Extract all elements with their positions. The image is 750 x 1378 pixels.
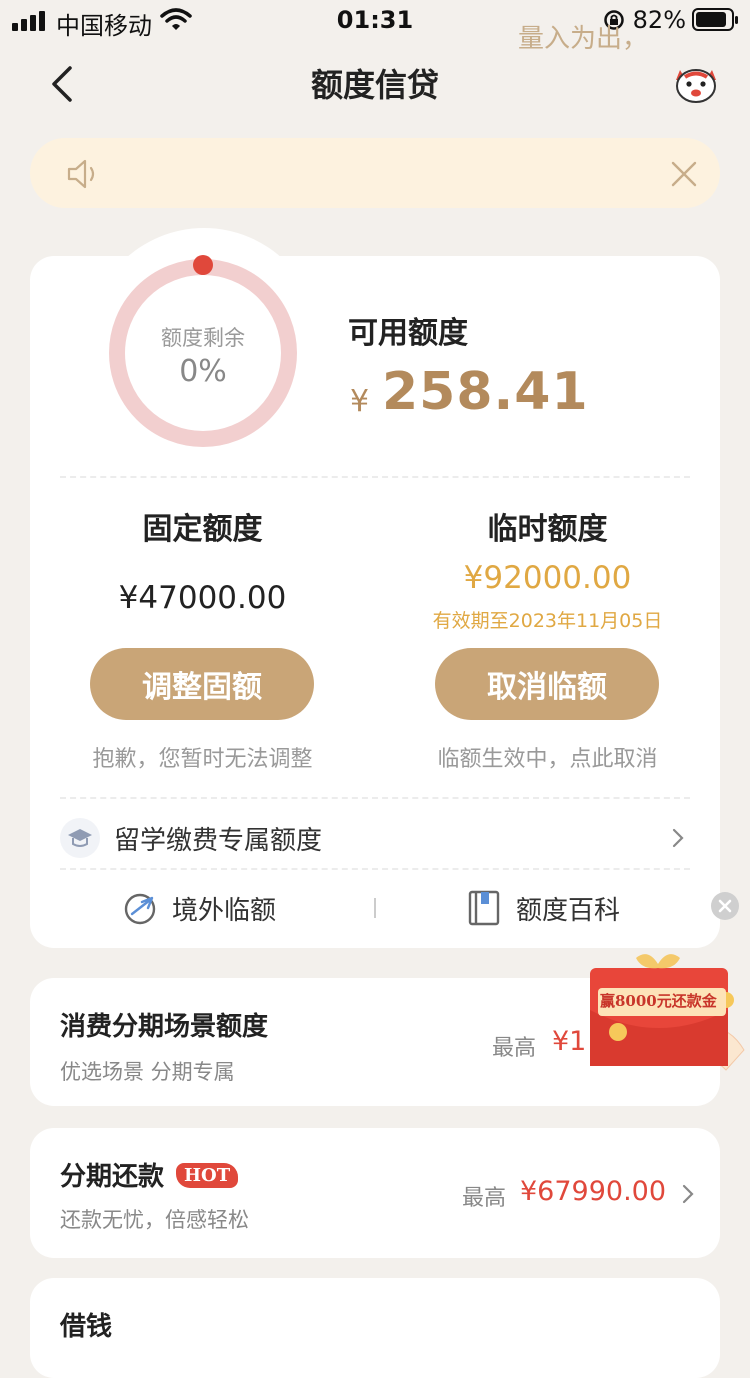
list-item[interactable] bbox=[30, 1278, 720, 1378]
promo-text: 赢8000元还款金 bbox=[600, 992, 717, 1010]
available-label: 可用额度 bbox=[348, 316, 468, 351]
speaker-icon bbox=[67, 159, 95, 189]
mascot-icon[interactable] bbox=[672, 62, 720, 104]
book-icon bbox=[468, 890, 500, 926]
adjust-fixed-button[interactable]: 调整固额 bbox=[90, 648, 314, 720]
chevron-right-icon[interactable] bbox=[670, 826, 686, 850]
study-quota-row[interactable]: 留学缴费专属额度 bbox=[60, 812, 690, 864]
globe-plane-icon bbox=[124, 893, 156, 925]
list-item-subtitle: 还款无忧，倍感轻松 bbox=[60, 1208, 249, 1232]
battery-icon bbox=[692, 8, 738, 31]
chevron-right-icon[interactable] bbox=[680, 1182, 696, 1206]
encyclopedia-label: 额度百科 bbox=[516, 895, 621, 926]
temp-amount: ¥92000.00 bbox=[463, 560, 632, 596]
link-separator bbox=[374, 898, 376, 918]
ring-gauge bbox=[109, 255, 297, 447]
temp-tip[interactable]: 临额生效中，点此取消 bbox=[375, 741, 720, 773]
fixed-title: 固定额度 bbox=[142, 512, 263, 547]
list-item-right-label: 最高 bbox=[492, 1036, 537, 1061]
list-item-title: 借钱 bbox=[60, 1312, 113, 1342]
notice-bar[interactable] bbox=[30, 138, 720, 208]
list-item-right-label: 最高 bbox=[462, 1186, 507, 1211]
close-icon[interactable] bbox=[670, 160, 698, 188]
notice-text: 量入为出， bbox=[517, 24, 648, 54]
list-item-title: 分期还款 HOT bbox=[60, 1156, 239, 1193]
list-item-title-text: 分期还款 bbox=[60, 1162, 165, 1192]
study-quota-label: 留学缴费专属额度 bbox=[114, 825, 323, 856]
overseas-label: 境外临额 bbox=[172, 895, 277, 926]
close-icon bbox=[718, 899, 732, 913]
list-item-right-value: ¥67990.00 bbox=[520, 1176, 667, 1207]
divider bbox=[60, 476, 690, 478]
divider bbox=[60, 868, 690, 870]
fixed-amount: ¥47000.00 bbox=[118, 580, 287, 616]
list-item-subtitle: 优选场景 分期专属 bbox=[60, 1060, 235, 1084]
promo-gift[interactable]: 赢8000元还款金 bbox=[576, 950, 748, 1078]
list-item-title: 消费分期场景额度 bbox=[60, 1012, 269, 1042]
fixed-tip: 抱歉，您暂时无法调整 bbox=[92, 747, 313, 772]
available-amount: 258.41 bbox=[382, 362, 589, 422]
page-title: 额度信贷 bbox=[310, 66, 439, 104]
ring-percent: 0% bbox=[179, 354, 227, 389]
divider bbox=[60, 797, 690, 799]
cancel-temp-button[interactable]: 取消临额 bbox=[435, 648, 659, 720]
currency-symbol: ¥ bbox=[350, 384, 370, 419]
temp-title: 临时额度 bbox=[487, 512, 608, 547]
temp-validity: 有效期至2023年11月05日 bbox=[432, 610, 663, 632]
hot-badge: HOT bbox=[176, 1163, 239, 1188]
graduation-cap-icon bbox=[60, 818, 100, 858]
encyclopedia-link[interactable]: 额度百科 bbox=[468, 886, 620, 930]
promo-close-button[interactable] bbox=[711, 892, 739, 920]
overseas-link[interactable]: 境外临额 bbox=[122, 886, 276, 930]
ring-label: 额度剩余 bbox=[161, 326, 245, 350]
